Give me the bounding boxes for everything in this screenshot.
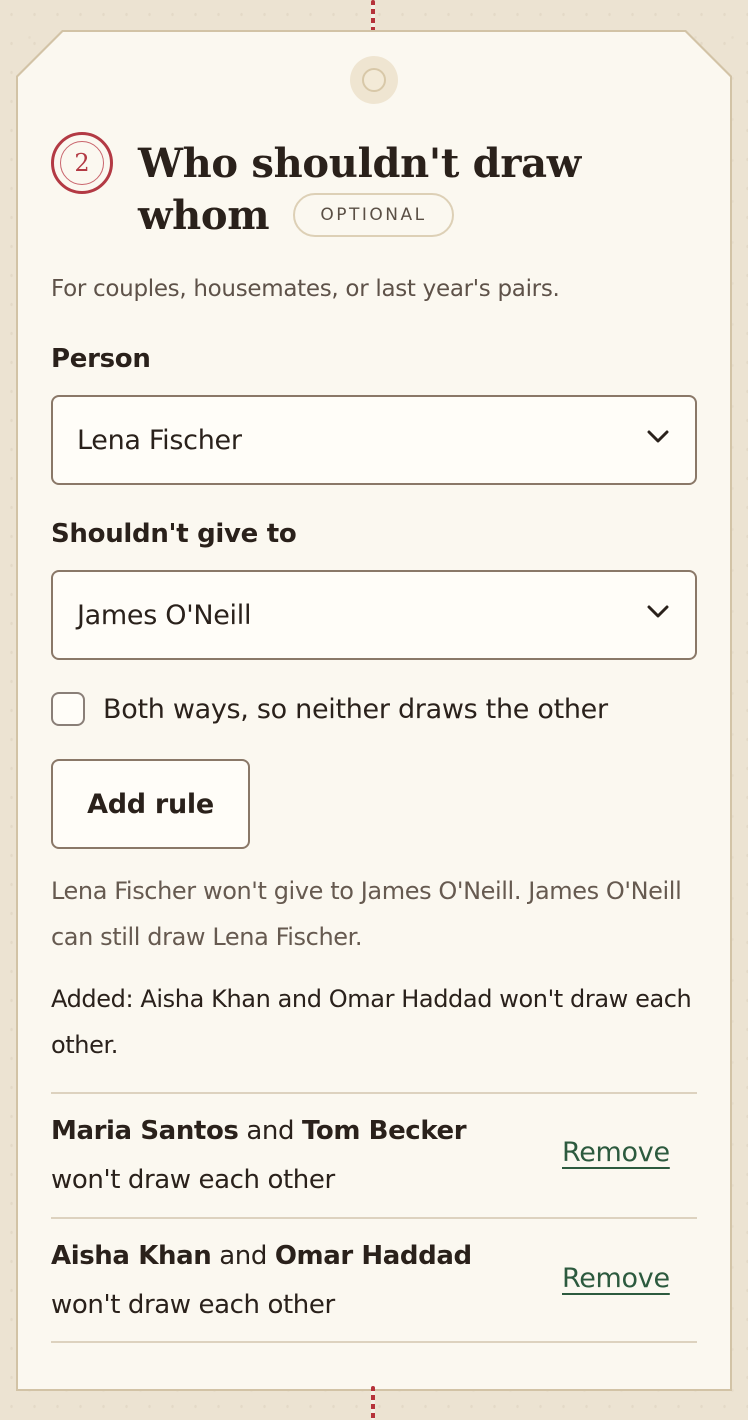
rule-person-b: Tom Becker (301, 1116, 467, 1146)
divider (51, 1341, 697, 1343)
rule-connector: and (246, 1116, 295, 1146)
add-rule-button[interactable]: Add rule (51, 759, 250, 849)
recipient-label: Shouldn't give to (51, 519, 297, 549)
rule-person-a: Aisha Khan (51, 1241, 212, 1271)
rule-person-b: Omar Haddad (274, 1241, 472, 1271)
chevron-down-icon (647, 605, 669, 618)
recipient-select-value: James O'Neill (77, 599, 252, 631)
chevron-down-icon (647, 430, 669, 443)
section-description: For couples, housemates, or last year's … (51, 276, 560, 302)
rule-item: Aisha Khan and Omar Haddad won't draw eac… (51, 1232, 521, 1330)
remove-rule-link[interactable]: Remove (562, 1137, 670, 1168)
tag-string-bottom (371, 1386, 375, 1420)
divider (51, 1217, 697, 1219)
person-label: Person (51, 344, 151, 374)
tag-hole-ring (362, 68, 386, 92)
remove-rule-link[interactable]: Remove (562, 1263, 670, 1294)
rule-suffix: won't draw each other (51, 1165, 335, 1195)
rule-hint-text: Lena Fischer won't give to James O'Neill… (51, 877, 682, 951)
both-ways-checkbox[interactable] (51, 692, 85, 726)
both-ways-label[interactable]: Both ways, so neither draws the other (103, 694, 608, 725)
rule-suffix: won't draw each other (51, 1290, 335, 1320)
rule-person-a: Maria Santos (51, 1116, 239, 1146)
rule-item: Maria Santos and Tom Becker won't draw ea… (51, 1107, 521, 1205)
person-select[interactable]: Lena Fischer (51, 395, 697, 485)
optional-badge: OPTIONAL (293, 193, 454, 237)
added-confirmation: Added: Aisha Khan and Omar Haddad won't … (51, 985, 692, 1059)
person-select-value: Lena Fischer (77, 424, 242, 456)
both-ways-option[interactable]: Both ways, so neither draws the other (51, 692, 608, 726)
rule-connector: and (219, 1241, 267, 1271)
divider (51, 1092, 697, 1094)
step-number: 2 (60, 141, 104, 185)
step-number-badge: 2 (51, 132, 113, 194)
recipient-select[interactable]: James O'Neill (51, 570, 697, 660)
